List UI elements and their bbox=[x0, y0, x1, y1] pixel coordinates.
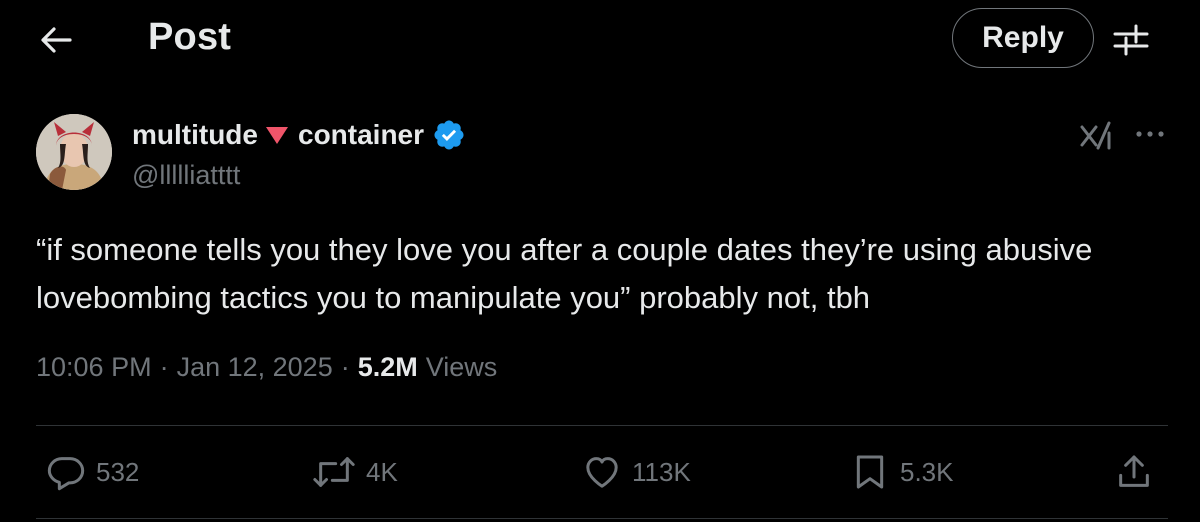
separator-dot: · bbox=[340, 352, 350, 382]
like-action[interactable]: 113K bbox=[582, 452, 691, 492]
author-name-part1: multitude bbox=[132, 119, 258, 150]
sliders-icon bbox=[1113, 24, 1149, 56]
post-text: “if someone tells you they love you afte… bbox=[36, 232, 1093, 315]
post-date[interactable]: Jan 12, 2025 bbox=[177, 352, 333, 383]
avatar[interactable] bbox=[36, 114, 112, 190]
share-icon bbox=[1119, 455, 1149, 487]
bookmark-icon bbox=[856, 455, 884, 489]
top-bar: Post Reply bbox=[0, 0, 1200, 80]
avatar-image bbox=[36, 114, 112, 190]
post-time[interactable]: 10:06 PM bbox=[36, 352, 152, 383]
reply-count: 532 bbox=[96, 456, 140, 487]
share-action[interactable] bbox=[1114, 452, 1164, 492]
divider bbox=[36, 518, 1168, 519]
comment-icon bbox=[47, 457, 85, 491]
post-meta: 10:06 PM · Jan 12, 2025 · 5.2M Views bbox=[36, 352, 497, 383]
grok-icon bbox=[1080, 121, 1111, 150]
reply-button[interactable]: Reply bbox=[952, 8, 1094, 68]
back-button[interactable] bbox=[36, 22, 76, 58]
more-options-button[interactable] bbox=[1132, 122, 1168, 146]
adjust-button[interactable] bbox=[1112, 22, 1150, 58]
like-count: 113K bbox=[632, 456, 691, 487]
red-triangle-down-icon bbox=[266, 126, 288, 144]
views-label: Views bbox=[425, 352, 498, 382]
author-handle[interactable]: @llllliatttt bbox=[132, 160, 240, 191]
more-dots-icon bbox=[1136, 131, 1164, 137]
author-name-part2: container bbox=[298, 119, 425, 150]
separator-dot: · bbox=[159, 352, 169, 382]
heart-icon bbox=[586, 457, 618, 488]
repost-count: 4K bbox=[366, 456, 398, 487]
bookmark-action[interactable]: 5.3K bbox=[850, 452, 954, 492]
bookmark-count: 5.3K bbox=[900, 456, 954, 487]
arrow-left-icon bbox=[41, 27, 72, 53]
reply-action[interactable]: 532 bbox=[46, 452, 139, 492]
verified-badge-icon[interactable] bbox=[432, 118, 466, 152]
divider bbox=[36, 425, 1168, 426]
views-count: 5.2M bbox=[357, 352, 418, 382]
repost-action[interactable]: 4K bbox=[312, 452, 398, 492]
author-name[interactable]: multitude container bbox=[132, 118, 466, 152]
page-title: Post bbox=[148, 16, 232, 58]
repost-icon bbox=[313, 457, 355, 487]
grok-button[interactable] bbox=[1078, 118, 1114, 154]
